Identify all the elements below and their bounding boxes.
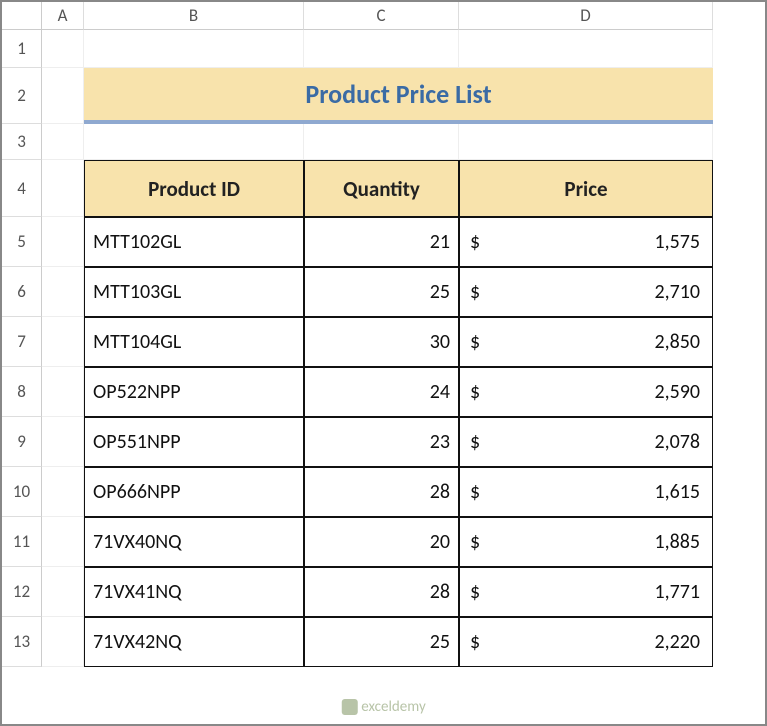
- table-cell-qty[interactable]: 30: [304, 317, 459, 367]
- row-header-11[interactable]: 11: [2, 517, 42, 567]
- cell-a6[interactable]: [42, 267, 84, 317]
- table-cell-product[interactable]: 71VX40NQ: [84, 517, 304, 567]
- price-value: 2,710: [654, 280, 700, 304]
- cell-a11[interactable]: [42, 517, 84, 567]
- table-cell-product[interactable]: OP522NPP: [84, 367, 304, 417]
- currency-symbol: $: [470, 580, 480, 604]
- table-cell-product[interactable]: MTT102GL: [84, 217, 304, 267]
- cell-a8[interactable]: [42, 367, 84, 417]
- row-header-1[interactable]: 1: [2, 30, 42, 68]
- cell-d3[interactable]: [459, 124, 713, 160]
- row-header-7[interactable]: 7: [2, 317, 42, 367]
- table-cell-price[interactable]: $2,220: [459, 617, 713, 667]
- currency-symbol: $: [470, 630, 480, 654]
- price-value: 1,575: [654, 230, 700, 254]
- spreadsheet-grid: A B C D 1 2 Product Price List 3 4 Produ…: [2, 2, 765, 667]
- header-quantity[interactable]: Quantity: [304, 160, 459, 217]
- header-price[interactable]: Price: [459, 160, 713, 217]
- row-header-12[interactable]: 12: [2, 567, 42, 617]
- currency-symbol: $: [470, 280, 480, 304]
- watermark-icon: [341, 699, 357, 715]
- cell-a2[interactable]: [42, 68, 84, 124]
- row-header-5[interactable]: 5: [2, 217, 42, 267]
- table-cell-price[interactable]: $1,575: [459, 217, 713, 267]
- table-cell-qty[interactable]: 25: [304, 267, 459, 317]
- cell-a12[interactable]: [42, 567, 84, 617]
- col-header-c[interactable]: C: [304, 2, 459, 30]
- currency-symbol: $: [470, 380, 480, 404]
- currency-symbol: $: [470, 230, 480, 254]
- currency-symbol: $: [470, 330, 480, 354]
- cell-d1[interactable]: [459, 30, 713, 68]
- title-cell[interactable]: Product Price List: [84, 68, 713, 124]
- price-value: 1,885: [654, 530, 700, 554]
- price-value: 1,771: [654, 580, 700, 604]
- table-cell-qty[interactable]: 23: [304, 417, 459, 467]
- table-cell-product[interactable]: OP551NPP: [84, 417, 304, 467]
- cell-a7[interactable]: [42, 317, 84, 367]
- table-cell-price[interactable]: $2,710: [459, 267, 713, 317]
- table-cell-price[interactable]: $1,615: [459, 467, 713, 517]
- row-header-6[interactable]: 6: [2, 267, 42, 317]
- row-header-10[interactable]: 10: [2, 467, 42, 517]
- cell-c3[interactable]: [304, 124, 459, 160]
- table-cell-qty[interactable]: 21: [304, 217, 459, 267]
- cell-a3[interactable]: [42, 124, 84, 160]
- currency-symbol: $: [470, 480, 480, 504]
- table-cell-qty[interactable]: 25: [304, 617, 459, 667]
- table-cell-qty[interactable]: 20: [304, 517, 459, 567]
- cell-a1[interactable]: [42, 30, 84, 68]
- table-cell-price[interactable]: $1,885: [459, 517, 713, 567]
- cell-a5[interactable]: [42, 217, 84, 267]
- currency-symbol: $: [470, 430, 480, 454]
- currency-symbol: $: [470, 530, 480, 554]
- col-header-b[interactable]: B: [84, 2, 304, 30]
- price-value: 2,078: [654, 430, 700, 454]
- cell-a9[interactable]: [42, 417, 84, 467]
- table-cell-price[interactable]: $2,078: [459, 417, 713, 467]
- table-cell-product[interactable]: MTT103GL: [84, 267, 304, 317]
- row-header-9[interactable]: 9: [2, 417, 42, 467]
- price-value: 2,850: [654, 330, 700, 354]
- cell-a10[interactable]: [42, 467, 84, 517]
- table-cell-product[interactable]: OP666NPP: [84, 467, 304, 517]
- table-cell-product[interactable]: 71VX41NQ: [84, 567, 304, 617]
- cell-c1[interactable]: [304, 30, 459, 68]
- price-value: 1,615: [654, 480, 700, 504]
- row-header-8[interactable]: 8: [2, 367, 42, 417]
- watermark-brand: exceldemy: [361, 698, 425, 716]
- price-value: 2,220: [654, 630, 700, 654]
- cell-a13[interactable]: [42, 617, 84, 667]
- header-product-id[interactable]: Product ID: [84, 160, 304, 217]
- select-all-corner[interactable]: [2, 2, 42, 30]
- table-cell-qty[interactable]: 24: [304, 367, 459, 417]
- row-header-3[interactable]: 3: [2, 124, 42, 160]
- row-header-4[interactable]: 4: [2, 160, 42, 217]
- cell-a4[interactable]: [42, 160, 84, 217]
- cell-b3[interactable]: [84, 124, 304, 160]
- table-cell-qty[interactable]: 28: [304, 567, 459, 617]
- table-cell-price[interactable]: $2,850: [459, 317, 713, 367]
- col-header-d[interactable]: D: [459, 2, 713, 30]
- table-cell-qty[interactable]: 28: [304, 467, 459, 517]
- table-cell-price[interactable]: $2,590: [459, 367, 713, 417]
- row-header-13[interactable]: 13: [2, 617, 42, 667]
- watermark: exceldemy: [341, 698, 425, 716]
- table-cell-price[interactable]: $1,771: [459, 567, 713, 617]
- price-value: 2,590: [654, 380, 700, 404]
- row-header-2[interactable]: 2: [2, 68, 42, 124]
- table-cell-product[interactable]: 71VX42NQ: [84, 617, 304, 667]
- cell-b1[interactable]: [84, 30, 304, 68]
- col-header-a[interactable]: A: [42, 2, 84, 30]
- table-cell-product[interactable]: MTT104GL: [84, 317, 304, 367]
